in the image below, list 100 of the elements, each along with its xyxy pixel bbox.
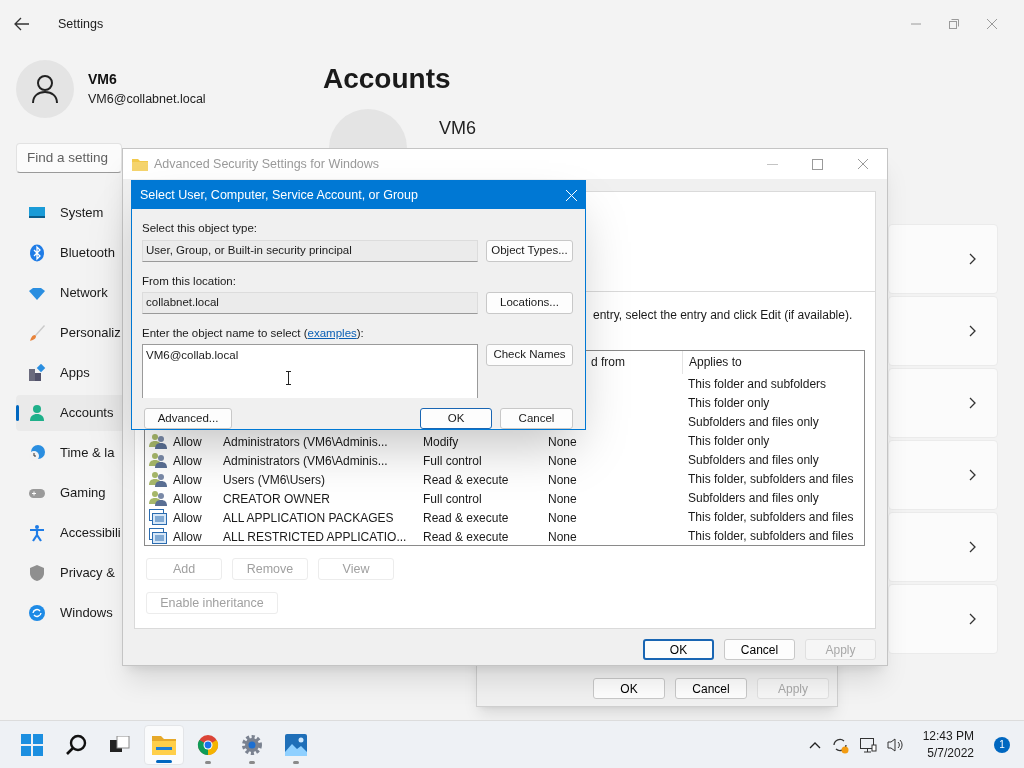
clock-date[interactable]: 5/7/2022 [927, 744, 974, 762]
table-cell-text: This folder, subfolders and files [688, 508, 854, 526]
running-indicator [249, 760, 255, 764]
nav-item[interactable]: Personaliz [16, 315, 122, 351]
nav-item[interactable]: Apps [16, 355, 122, 391]
table-cell-text: Subfolders and files only [688, 413, 819, 431]
instruction-text: entry, select the entry and click Edit (if available). [593, 307, 853, 324]
shield-icon [28, 564, 46, 582]
table-cell: Full control [423, 453, 482, 468]
nav-item[interactable]: Gaming [16, 475, 122, 511]
table-cell: ALL APPLICATION PACKAGES [223, 510, 394, 525]
table-cell: ALL RESTRICTED APPLICATIO... [223, 529, 407, 544]
field-label: Enter the object name to select (examples): [142, 325, 365, 341]
maximize-icon[interactable] [812, 158, 823, 170]
readonly-field: collabnet.local [142, 291, 478, 314]
column-header[interactable]: Applies to [689, 353, 742, 372]
nav-item[interactable]: Time & la [16, 435, 122, 471]
apps-icon [28, 364, 46, 382]
folder-icon [132, 157, 148, 171]
chevron-right-icon [969, 325, 977, 337]
accessibility-icon [28, 524, 46, 542]
nav-item[interactable]: Privacy & [16, 555, 122, 591]
table-cell: Read & execute [423, 510, 509, 525]
table-cell: Allow [173, 491, 202, 506]
task-view-icon [110, 735, 130, 754]
back-arrow-icon[interactable] [14, 17, 30, 31]
gear-icon [241, 733, 263, 756]
nav-item[interactable]: Bluetooth [16, 235, 122, 271]
dialog-button[interactable]: Advanced... [144, 408, 232, 429]
column-header[interactable]: d from [591, 353, 625, 372]
chevron-right-icon [969, 397, 977, 409]
table-cell-text: This folder only [688, 432, 770, 450]
table-cell: Read & execute [423, 472, 509, 487]
table-cell: CREATOR OWNER [223, 491, 330, 506]
dialog-button[interactable]: Check Names [486, 344, 573, 366]
dialog-button[interactable]: Object Types... [486, 239, 573, 262]
notification-badge[interactable]: 1 [994, 736, 1010, 753]
table-cell: Modify [423, 434, 459, 449]
table-cell-text: Subfolders and files only [688, 489, 819, 507]
selection-indicator [16, 405, 19, 421]
table-cell-text: This folder only [688, 394, 770, 412]
table-cell-text: This folder, subfolders and files [688, 527, 854, 545]
window-stack-icon [149, 508, 167, 525]
search-icon [65, 733, 87, 756]
dialog-button[interactable]: Cancel [724, 639, 795, 660]
cancel-button[interactable]: Cancel [500, 408, 573, 429]
dialog-button[interactable]: OK [593, 678, 665, 699]
running-indicator [293, 760, 299, 764]
nav-item[interactable]: Accounts [16, 395, 122, 431]
table-cell: Allow [173, 529, 202, 544]
person-outline-icon [31, 74, 59, 104]
nav-item[interactable]: Windows [16, 595, 122, 631]
field-label: From this location: [142, 273, 237, 289]
table-cell: None [548, 453, 577, 468]
nav-item[interactable]: System [16, 195, 122, 231]
clock-time[interactable]: 12:43 PM [922, 727, 974, 745]
table-cell: Read & execute [423, 529, 509, 544]
user-email: VM6@collabnet.local [88, 91, 206, 109]
bluetooth-icon [28, 244, 46, 262]
user-name: VM6 [88, 70, 118, 90]
users-icon [149, 489, 167, 506]
table-cell-text: This folder and subfolders [688, 376, 827, 394]
close-icon[interactable] [986, 18, 998, 30]
chevron-right-icon [969, 469, 977, 481]
start-icon [21, 733, 43, 756]
profile-name: VM6 [439, 116, 476, 140]
table-cell: Full control [423, 491, 482, 506]
person-icon [28, 404, 46, 422]
nav-item[interactable]: Network [16, 275, 122, 311]
object-name-field[interactable]: VM6@collab.local [142, 344, 478, 398]
restore-icon[interactable] [948, 18, 960, 30]
globe-clock-icon [28, 444, 46, 462]
search-field[interactable]: Find a setting [16, 143, 122, 173]
table-cell: None [548, 472, 577, 487]
table-cell: None [548, 529, 577, 544]
table-cell: Allow [173, 510, 202, 525]
folder-icon [152, 734, 176, 755]
close-icon[interactable] [857, 158, 869, 170]
nav-item[interactable]: Accessibili [16, 515, 122, 551]
speaker-icon[interactable] [886, 736, 905, 753]
chevron-right-icon [969, 541, 977, 553]
table-cell: None [548, 510, 577, 525]
text-cursor-icon [285, 371, 292, 385]
running-indicator [156, 759, 172, 763]
field-label: Select this object type: [142, 221, 259, 237]
examples-link[interactable]: examples [307, 326, 357, 339]
table-cell-text: This folder, subfolders and files [688, 470, 854, 488]
table-cell: Allow [173, 472, 202, 487]
dialog-button[interactable]: OK [643, 639, 714, 660]
dialog-button[interactable]: Locations... [486, 291, 573, 314]
ok-button[interactable]: OK [420, 408, 492, 429]
page-heading: Accounts [323, 62, 452, 96]
dialog-button[interactable]: Cancel [675, 678, 747, 699]
window-title: Settings [58, 15, 104, 33]
chevron-up-icon[interactable] [808, 740, 821, 749]
table-cell: Allow [173, 434, 202, 449]
chevron-right-icon [969, 253, 977, 265]
table-cell: Allow [173, 453, 202, 468]
network-icon[interactable] [858, 735, 877, 754]
window-stack-icon [149, 527, 167, 544]
